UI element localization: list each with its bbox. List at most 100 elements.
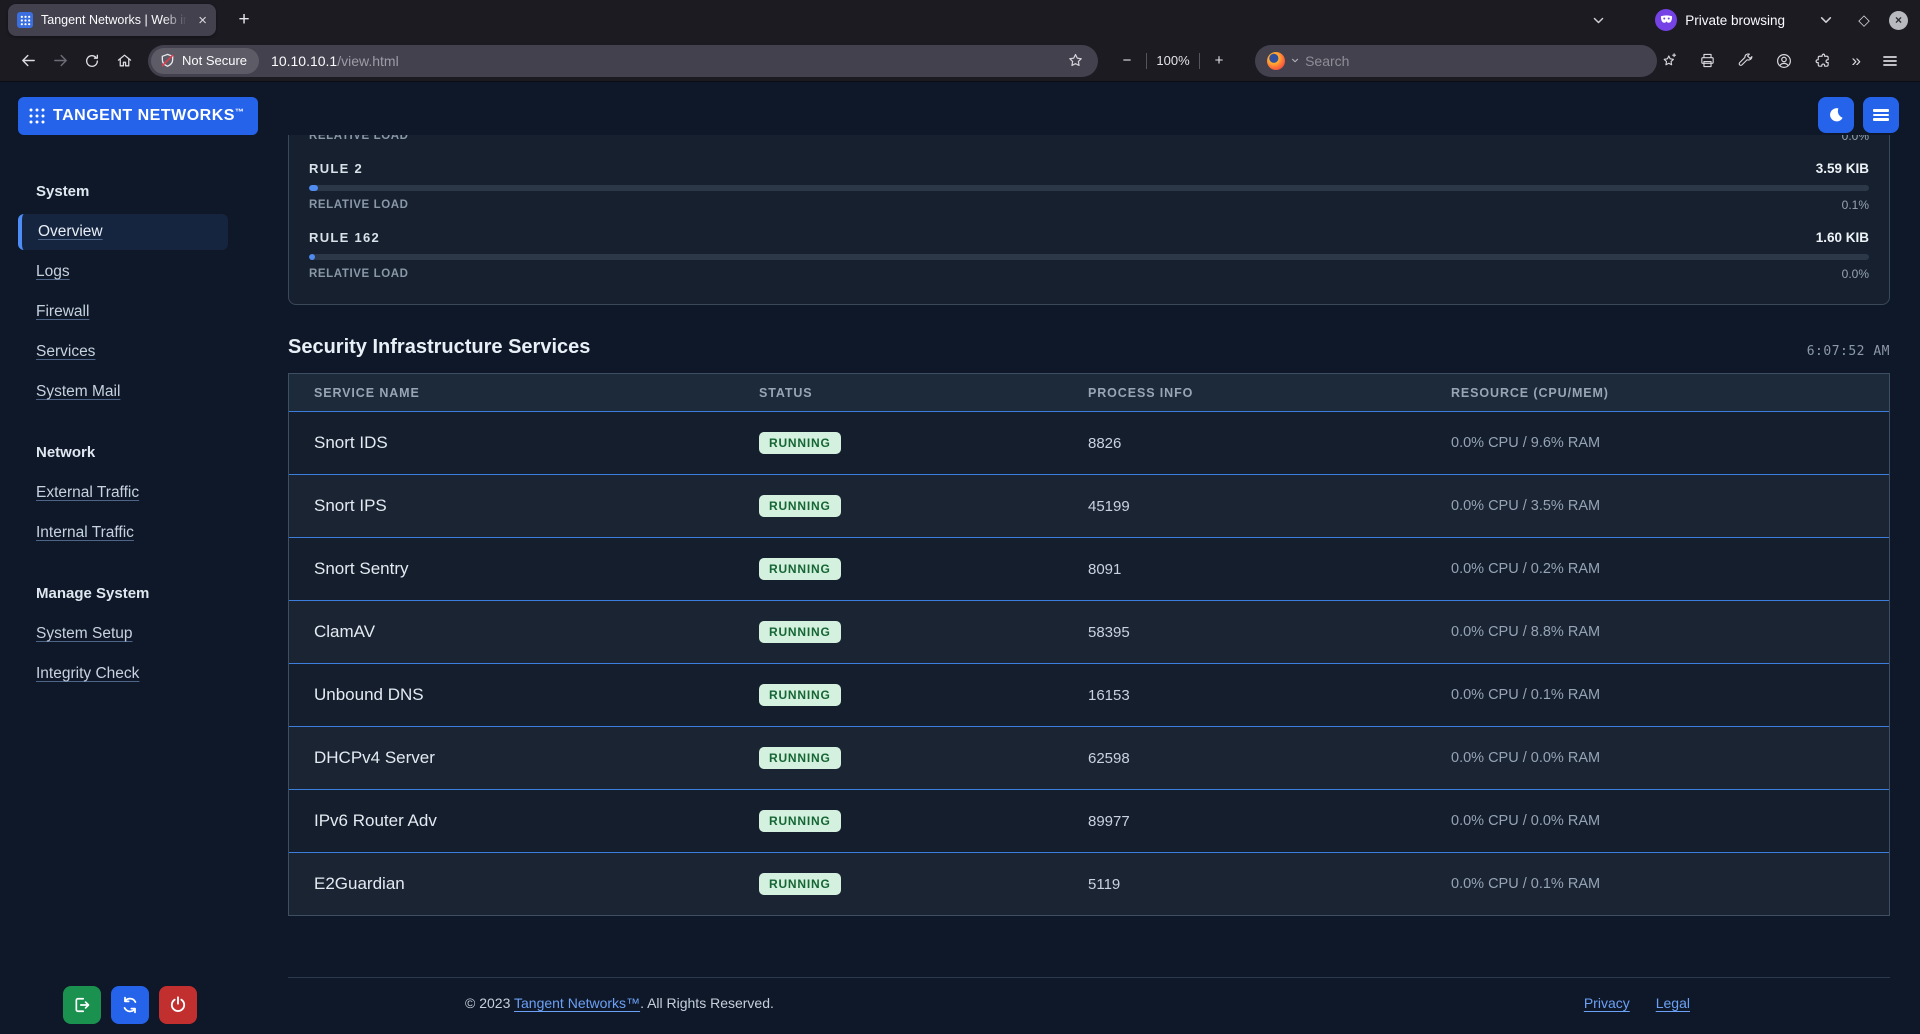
column-header-service-name: SERVICE NAME (289, 386, 734, 400)
section-title: Security Infrastructure Services (288, 336, 590, 359)
sidebar-item-system-mail[interactable]: System Mail (18, 374, 228, 410)
zoom-level[interactable]: 100% (1153, 53, 1193, 68)
search-engine-icon[interactable] (1267, 52, 1285, 70)
menu-button[interactable] (1863, 97, 1899, 133)
hamburger-icon (1873, 107, 1889, 123)
print-icon[interactable] (1699, 52, 1716, 69)
sidebar-item-internal-traffic[interactable]: Internal Traffic (18, 515, 228, 551)
main-content: RELATIVE LOAD 0.0% RULE 2 3.59 KIB RELAT… (288, 135, 1890, 1034)
status-badge: RUNNING (759, 495, 841, 517)
url-text: 10.10.10.1/view.html (271, 53, 399, 69)
rule-block: RULE 162 1.60 KIB RELATIVE LOAD 0.0% (309, 227, 1869, 282)
dark-mode-toggle-button[interactable] (1818, 97, 1854, 133)
services-table-header: SERVICE NAME STATUS PROCESS INFO RESOURC… (289, 374, 1889, 411)
moon-icon (1827, 106, 1845, 124)
column-header-status: STATUS (734, 386, 1063, 400)
sidebar-item-overview[interactable]: Overview (18, 214, 228, 250)
overflow-menu-icon[interactable]: » (1852, 51, 1861, 71)
sidebar-heading-manage-system: Manage System (36, 585, 228, 602)
search-bar[interactable] (1255, 45, 1657, 77)
table-row: E2Guardian RUNNING 5119 0.0% CPU / 0.1% … (289, 852, 1889, 915)
status-badge: RUNNING (759, 873, 841, 895)
page-header: TANGENT NETWORKS™ (0, 82, 1920, 135)
site-favicon-icon (17, 12, 33, 28)
logo-text: TANGENT NETWORKS™ (53, 107, 244, 125)
rule-size: 3.59 KIB (1816, 161, 1869, 176)
sidebar-item-firewall[interactable]: Firewall (18, 294, 228, 330)
services-section-header: Security Infrastructure Services 6:07:52… (288, 331, 1890, 359)
status-badge: RUNNING (759, 747, 841, 769)
url-host: 10.10.10.1 (271, 53, 337, 69)
sync-icon (120, 995, 140, 1015)
window-maximize-icon[interactable]: ◇ (1851, 7, 1877, 33)
forward-button[interactable] (44, 46, 76, 76)
web-page: TANGENT NETWORKS™ System Overview Logs F… (0, 82, 1920, 1034)
sidebar-item-logs[interactable]: Logs (18, 254, 228, 290)
power-icon (168, 995, 188, 1015)
private-browsing-mask-icon (1655, 9, 1677, 31)
refresh-button[interactable] (111, 986, 149, 1024)
search-engine-chevron-icon[interactable] (1291, 56, 1299, 65)
tab-close-icon[interactable]: × (198, 13, 207, 28)
private-browsing-label: Private browsing (1685, 13, 1785, 28)
rule-load-value: 0.1% (1842, 198, 1869, 212)
new-tab-button[interactable]: + (230, 6, 258, 34)
private-browsing-badge: Private browsing (1655, 9, 1785, 31)
table-row: Snort IDS RUNNING 8826 0.0% CPU / 9.6% R… (289, 411, 1889, 474)
page-footer: © 2023 Tangent Networks™. All Rights Res… (288, 977, 1890, 1034)
security-label: Not Secure (182, 53, 247, 68)
column-header-process-info: PROCESS INFO (1063, 386, 1426, 400)
rule-name: RULE 162 (309, 230, 380, 245)
rule-block: RULE 2 3.59 KIB RELATIVE LOAD 0.1% (309, 158, 1869, 213)
app-menu-hamburger-icon[interactable] (1882, 53, 1898, 69)
clipped-load-row: RELATIVE LOAD 0.0% (309, 135, 1869, 144)
account-icon[interactable] (1775, 52, 1793, 70)
table-row: IPv6 Router Adv RUNNING 89977 0.0% CPU /… (289, 789, 1889, 852)
privacy-link[interactable]: Privacy (1584, 995, 1630, 1011)
brand-logo: TANGENT NETWORKS™ (18, 97, 258, 135)
table-row: DHCPv4 Server RUNNING 62598 0.0% CPU / 0… (289, 726, 1889, 789)
power-button[interactable] (159, 986, 197, 1024)
services-table: SERVICE NAME STATUS PROCESS INFO RESOURC… (288, 373, 1890, 916)
not-secure-shield-icon (160, 53, 175, 68)
zoom-in-button[interactable]: + (1206, 52, 1232, 69)
toolbar-icons: » (1661, 51, 1898, 71)
zoom-out-button[interactable]: − (1114, 52, 1140, 69)
tab-title: Tangent Networks | Web in (41, 13, 190, 27)
logout-icon (72, 995, 92, 1015)
browser-tab-bar: Tangent Networks | Web in × + Private br… (0, 0, 1920, 40)
site-security-chip[interactable]: Not Secure (151, 48, 259, 74)
extensions-puzzle-icon[interactable] (1814, 52, 1831, 69)
tools-wrench-icon[interactable] (1737, 52, 1754, 69)
bookmark-star-icon[interactable] (1067, 52, 1084, 69)
status-badge: RUNNING (759, 432, 841, 454)
table-row: Unbound DNS RUNNING 16153 0.0% CPU / 0.1… (289, 663, 1889, 726)
sidebar-item-system-setup[interactable]: System Setup (18, 616, 228, 652)
status-badge: RUNNING (759, 810, 841, 832)
rule-load-label: RELATIVE LOAD (309, 268, 409, 280)
search-input[interactable] (1305, 53, 1645, 69)
table-row: Snort IPS RUNNING 45199 0.0% CPU / 3.5% … (289, 474, 1889, 537)
list-all-tabs-chevron-icon[interactable] (1585, 7, 1611, 33)
status-badge: RUNNING (759, 621, 841, 643)
legal-link[interactable]: Legal (1656, 995, 1690, 1011)
browser-tab[interactable]: Tangent Networks | Web in × (8, 4, 216, 36)
window-minimize-icon[interactable] (1813, 7, 1839, 33)
sidebar: System Overview Logs Firewall Services S… (18, 135, 228, 1034)
rule-load-value: 0.0% (1842, 267, 1869, 281)
home-button[interactable] (108, 46, 140, 76)
rule-size: 1.60 KIB (1816, 230, 1869, 245)
brand-link[interactable]: Tangent Networks™ (514, 995, 640, 1011)
url-bar[interactable]: Not Secure 10.10.10.1/view.html (148, 45, 1098, 77)
status-badge: RUNNING (759, 684, 841, 706)
back-button[interactable] (12, 46, 44, 76)
sidebar-item-services[interactable]: Services (18, 334, 228, 370)
sidebar-item-external-traffic[interactable]: External Traffic (18, 475, 228, 511)
logout-button[interactable] (63, 986, 101, 1024)
import-star-icon[interactable] (1661, 52, 1678, 69)
window-close-icon[interactable]: × (1889, 11, 1908, 30)
zoom-controls: − 100% + (1114, 52, 1232, 69)
reload-button[interactable] (76, 46, 108, 76)
quick-actions (63, 986, 197, 1024)
sidebar-item-integrity-check[interactable]: Integrity Check (18, 656, 228, 692)
